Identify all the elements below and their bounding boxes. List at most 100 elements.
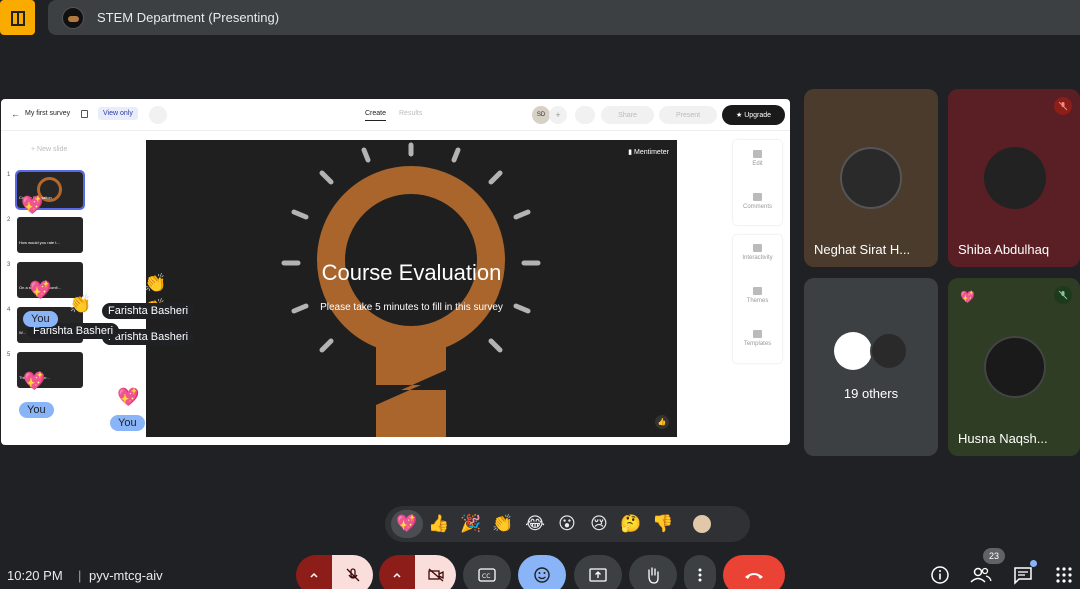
tool-comments[interactable]: Comments: [733, 193, 782, 210]
survey-name: My first survey: [25, 110, 71, 117]
mentimeter-toolbar: ← My first survey View only Create Resul…: [1, 99, 790, 131]
tool-label: Themes: [746, 298, 769, 304]
shared-screen: ← My first survey View only Create Resul…: [1, 99, 790, 445]
sad-emoji-button[interactable]: 😢: [583, 510, 615, 538]
people-icon: [970, 567, 992, 583]
tool-edit[interactable]: Edit: [733, 150, 782, 167]
avatar: [834, 332, 872, 370]
avatar: [840, 147, 902, 209]
presenter-avatar: [62, 6, 84, 29]
slide-number: 4: [7, 307, 11, 313]
mentimeter-brand: ▮ Mentimeter: [628, 149, 669, 156]
user-avatar[interactable]: SD: [532, 106, 550, 124]
you-reaction-chip: You: [23, 311, 58, 327]
add-collaborator-button[interactable]: +: [549, 106, 567, 124]
lightbulb-graphic: [281, 142, 541, 437]
mic-off-icon: [1054, 286, 1072, 304]
participant-name: Neghat Sirat H...: [814, 242, 911, 257]
reaction-bar: 💖 👍 🎉 👏 😂 😮 😢 🤔 👎: [385, 506, 750, 542]
slide-thumbnail[interactable]: How would you rate t...: [17, 217, 83, 253]
chevron-up-icon: [393, 572, 401, 578]
heart-reaction-icon: 💖: [21, 195, 44, 215]
back-arrow-icon[interactable]: ←: [11, 109, 20, 119]
settings-icon[interactable]: [149, 106, 167, 124]
separator: |: [78, 568, 82, 583]
slide-subtitle: Please take 5 minutes to fill in this su…: [320, 302, 503, 313]
side-panel-top: Edit Comments: [733, 140, 782, 225]
party-emoji-button[interactable]: 🎉: [455, 510, 487, 538]
slide-title: Course Evaluation: [321, 260, 502, 285]
tab-create[interactable]: Create: [365, 110, 387, 121]
side-panel-bottom: Interactivity Themes Templates: [733, 235, 782, 363]
upgrade-label: Upgrade: [744, 111, 772, 119]
meeting-code: pyv-mtcg-aiv: [89, 568, 163, 583]
people-button[interactable]: [969, 563, 993, 587]
raise-hand-button[interactable]: [629, 555, 677, 589]
meet-home-icon[interactable]: [0, 0, 35, 35]
tool-label: Interactivity: [742, 255, 773, 261]
brand-label: Mentimeter: [633, 149, 669, 156]
tab-results[interactable]: Results: [399, 110, 422, 117]
thumbs-up-icon[interactable]: 👍: [655, 415, 669, 429]
participant-tile[interactable]: Neghat Sirat H...: [804, 89, 938, 267]
emoji-icon: [534, 567, 550, 583]
avatar: [984, 147, 1046, 209]
presentation-title: STEM Department (Presenting): [97, 10, 280, 25]
tool-label: Templates: [743, 341, 772, 347]
copy-icon[interactable]: [81, 110, 88, 118]
new-slide-button[interactable]: + New slide: [31, 146, 67, 153]
present-screen-button[interactable]: [574, 555, 622, 589]
participant-name: Husna Naqsh...: [958, 431, 1048, 446]
heart-reaction-icon: 💖: [960, 290, 975, 304]
tool-templates[interactable]: Templates: [733, 330, 782, 347]
present-icon: [589, 568, 607, 582]
unread-dot: [1030, 560, 1037, 567]
chat-icon: [1014, 567, 1032, 585]
clap-emoji-button[interactable]: 👏: [487, 510, 519, 538]
tool-themes[interactable]: Themes: [733, 287, 782, 304]
surprised-emoji-button[interactable]: 😮: [551, 510, 583, 538]
heart-reaction-icon: 💖: [23, 371, 46, 391]
reactions-button[interactable]: [518, 555, 566, 589]
present-button[interactable]: Present: [659, 106, 717, 124]
slide-number: 5: [7, 352, 11, 358]
presentation-banner[interactable]: STEM Department (Presenting): [48, 0, 1080, 35]
meeting-details-button[interactable]: [928, 563, 952, 587]
audio-options-button[interactable]: [296, 555, 332, 589]
heart-reaction-icon: 💖: [117, 387, 140, 407]
slide-number: 2: [7, 217, 11, 223]
others-count-label: 19 others: [843, 386, 899, 401]
upgrade-button[interactable]: ★ Upgrade: [722, 105, 785, 125]
you-reaction-chip: You: [110, 415, 145, 431]
preview-icon[interactable]: [575, 106, 595, 124]
mic-off-icon: [346, 568, 359, 582]
view-only-badge: View only: [98, 107, 138, 120]
clap-reaction-icon: 👏: [144, 273, 167, 293]
apps-grid-icon: [1056, 567, 1072, 583]
mic-toggle-button[interactable]: [332, 555, 373, 589]
slide-canvas: ▮ Mentimeter Course Evaluation Please ta…: [146, 140, 677, 437]
captions-icon: CC: [478, 568, 496, 582]
avatar: [870, 332, 908, 370]
activities-button[interactable]: [1052, 563, 1076, 587]
thinking-emoji-button[interactable]: 🤔: [615, 510, 647, 538]
chat-button[interactable]: [1011, 560, 1037, 587]
captions-button[interactable]: CC: [463, 555, 511, 589]
heart-emoji-button[interactable]: 💖: [391, 510, 423, 538]
thumbs-down-emoji-button[interactable]: 👎: [647, 510, 679, 538]
camera-toggle-button[interactable]: [415, 555, 456, 589]
camera-off-icon: [427, 568, 444, 582]
more-options-button[interactable]: [684, 555, 716, 589]
skin-tone-picker[interactable]: [693, 515, 711, 533]
laugh-emoji-button[interactable]: 😂: [519, 510, 551, 538]
tool-label: Comments: [742, 204, 772, 210]
tool-interactivity[interactable]: Interactivity: [733, 244, 782, 261]
participant-tile[interactable]: Shiba Abdulhaq: [948, 89, 1080, 267]
share-button[interactable]: Share: [601, 106, 654, 124]
participant-tile[interactable]: 💖 Husna Naqsh...: [948, 278, 1080, 456]
others-tile[interactable]: 19 others: [804, 278, 938, 456]
thumbs-up-emoji-button[interactable]: 👍: [423, 510, 455, 538]
video-options-button[interactable]: [379, 555, 415, 589]
leave-call-button[interactable]: [723, 555, 785, 589]
reaction-name-chip: Farishta Basheri: [102, 303, 195, 319]
